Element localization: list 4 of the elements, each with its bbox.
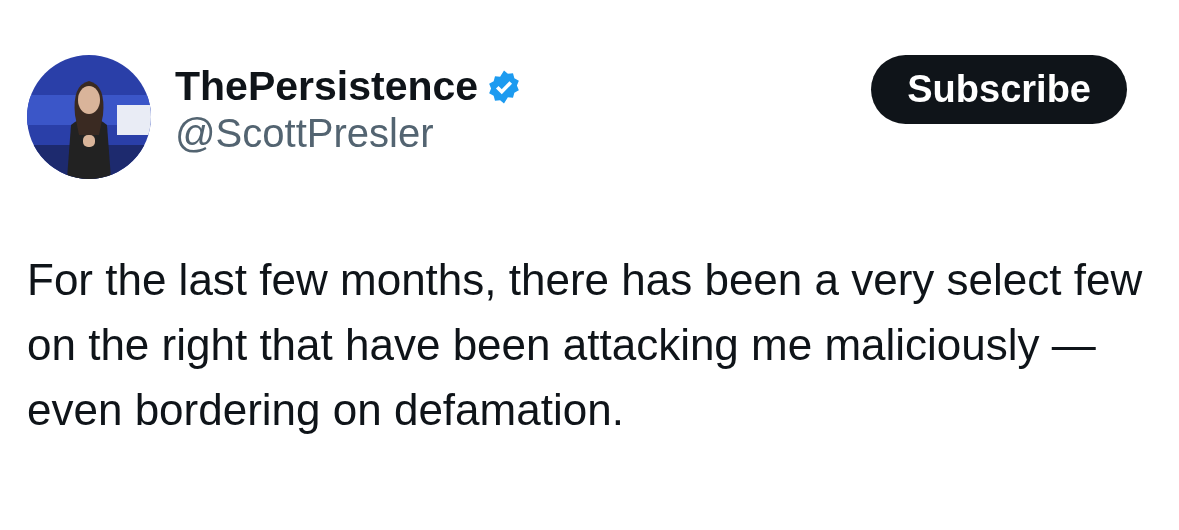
subscribe-button[interactable]: Subscribe [871,55,1127,125]
post-text: For the last few months, there has been a very select few on the right that have been attacking me maliciously — even bordering on defamation. [27,254,1144,436]
author-handle[interactable]: @ScottPresler [175,110,872,157]
author-name[interactable]: ThePersistence [175,63,479,111]
